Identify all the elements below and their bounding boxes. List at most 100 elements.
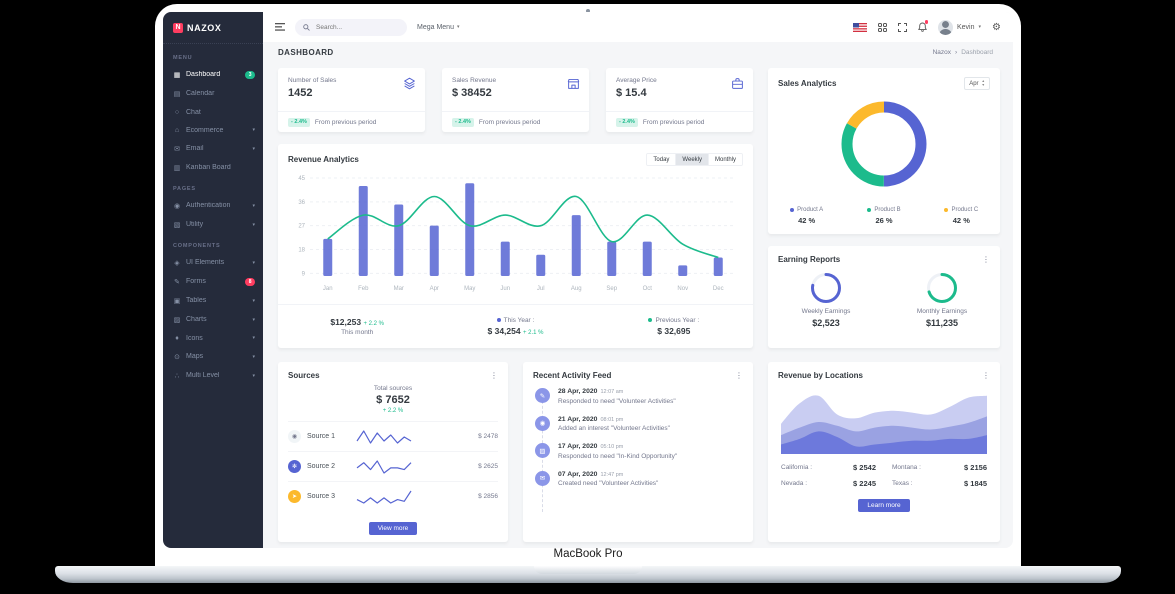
sidebar-item-utility[interactable]: ▧Utility▾ — [163, 215, 263, 234]
sales-analytics-donut — [830, 92, 938, 196]
svg-text:Jun: Jun — [500, 286, 510, 292]
range-button-today[interactable]: Today — [647, 154, 675, 165]
sidebar-badge: 3 — [245, 71, 255, 79]
breadcrumb-root[interactable]: Nazox — [933, 49, 951, 56]
total-value: $ 7652 — [278, 394, 508, 406]
more-menu-icon[interactable]: ⋮ — [735, 372, 743, 380]
brand-logo[interactable]: N NAZOX — [163, 12, 263, 44]
range-button-monthly[interactable]: Monthly — [708, 154, 742, 165]
activity-list: ✎28 Apr, 202012:07 amResponded to need "… — [523, 380, 753, 487]
legend-name: Product C — [951, 207, 978, 213]
sidebar-item-label: Tables — [186, 297, 247, 304]
sidebar-item-forms[interactable]: ✎Forms8 — [163, 272, 263, 291]
stat-note: From previous period — [315, 119, 376, 126]
activity-time: 05:10 pm — [600, 444, 623, 450]
device-label: MacBook Pro — [155, 548, 1021, 560]
activity-item: ✉07 Apr, 202012:47 pmCreated need "Volun… — [535, 471, 743, 488]
fullscreen-icon[interactable] — [898, 23, 907, 32]
view-more-button[interactable]: View more — [369, 522, 418, 535]
sidebar-item-icons[interactable]: ♦Icons▾ — [163, 329, 263, 347]
more-menu-icon[interactable]: ⋮ — [490, 372, 498, 380]
sidebar-item-ui-elements[interactable]: ◈UI Elements▾ — [163, 253, 263, 272]
this-year-label: This Year : — [504, 317, 535, 324]
sidebar-item-dashboard[interactable]: ▦Dashboard3 — [163, 65, 263, 84]
month-select[interactable]: Apr ▲▼ — [964, 77, 990, 90]
user-menu[interactable]: Kevin ▾ — [938, 20, 981, 35]
legend-item-product-a: Product A42 % — [768, 207, 845, 225]
sidebar-item-maps[interactable]: ⊙Maps▾ — [163, 347, 263, 366]
earning-value: $11,235 — [926, 318, 958, 328]
sidebar-section-title: COMPONENTS — [163, 234, 263, 253]
mega-menu-button[interactable]: Mega Menu ▾ — [417, 24, 459, 31]
brand-logo-icon: N — [173, 23, 183, 33]
activity-time: 08:01 pm — [600, 417, 623, 423]
revenue-summary: $12,253 + 2.2 % This month This Year : $… — [278, 304, 753, 348]
dashboard-app: N NAZOX MENU▦Dashboard3▤Calendar○Chat⌂Ec… — [163, 12, 1013, 548]
sidebar-item-charts[interactable]: ▨Charts▾ — [163, 310, 263, 329]
earning-reports-panel: Earning Reports ⋮ Weekly Earnings$2,523M… — [768, 246, 1000, 348]
chevron-down-icon: ▾ — [252, 317, 255, 323]
svg-text:Feb: Feb — [358, 286, 369, 292]
svg-text:27: 27 — [298, 224, 305, 230]
locations-stats: California :$ 2542Montana :$ 2156Nevada … — [768, 463, 1000, 488]
activity-date: 07 Apr, 202012:47 pm — [558, 471, 658, 478]
settings-gear-icon[interactable]: ⚙ — [992, 22, 1001, 33]
source-row-source-1[interactable]: ◉Source 1$ 2478 — [288, 421, 498, 451]
main-area: Mega Menu ▾ Kevin — [263, 12, 1013, 548]
sidebar-item-ecommerce[interactable]: ⌂Ecommerce▾ — [163, 121, 263, 139]
page-header: DASHBOARD Nazox › Dashboard — [278, 48, 993, 57]
sidebar-item-label: Maps — [186, 353, 247, 360]
locations-area-chart — [781, 388, 987, 454]
legend-label: Product A — [768, 207, 845, 213]
search-input[interactable] — [314, 23, 399, 32]
laptop-notch — [534, 566, 642, 574]
apps-grid-icon[interactable] — [878, 23, 887, 32]
sidebar-item-chat[interactable]: ○Chat — [163, 103, 263, 121]
location-stat-nevada-: Nevada :$ 2245 — [781, 479, 876, 488]
learn-more-button[interactable]: Learn more — [858, 499, 909, 512]
activity-text: Added an interest "Volunteer Activities" — [558, 425, 670, 432]
sidebar-item-email[interactable]: ✉Email▾ — [163, 139, 263, 158]
store-icon — [567, 77, 580, 90]
legend-name: Product B — [874, 207, 900, 213]
activity-time: 12:07 am — [600, 389, 623, 395]
delta-badge: - 2.4% — [616, 118, 638, 127]
activity-date: 28 Apr, 202012:07 am — [558, 388, 676, 395]
breadcrumb-current: Dashboard — [961, 49, 993, 56]
page-content: DASHBOARD Nazox › Dashboard Number of Sa… — [263, 42, 1013, 548]
source-row-source-2[interactable]: ✻Source 2$ 2625 — [288, 451, 498, 481]
sidebar-item-tables[interactable]: ▣Tables▾ — [163, 291, 263, 310]
notifications-bell-icon[interactable] — [918, 22, 927, 32]
menu-toggle-icon[interactable] — [275, 23, 285, 31]
range-button-weekly[interactable]: Weekly — [675, 154, 708, 165]
chevron-down-icon: ▾ — [252, 354, 255, 360]
stat-note: From previous period — [643, 119, 704, 126]
more-menu-icon[interactable]: ⋮ — [982, 256, 990, 264]
source-name: Source 1 — [307, 433, 349, 440]
legend-dot — [790, 208, 794, 212]
legend-name: Product A — [797, 207, 823, 213]
svg-text:Jul: Jul — [537, 286, 545, 292]
stat-note: From previous period — [479, 119, 540, 126]
sidebar-item-label: Authentication — [186, 202, 247, 209]
sidebar-item-multi-level[interactable]: ∴Multi Level▾ — [163, 366, 263, 385]
sidebar-item-calendar[interactable]: ▤Calendar — [163, 84, 263, 103]
sidebar-item-kanban-board[interactable]: ▥Kanban Board — [163, 158, 263, 177]
legend-dot — [867, 208, 871, 212]
source-amount: $ 2856 — [478, 493, 498, 500]
svg-text:Mar: Mar — [394, 286, 404, 292]
activity-body: 21 Apr, 202008:01 pm Added an interest "V… — [558, 416, 670, 433]
source-row-source-3[interactable]: ➤Source 3$ 2856 — [288, 481, 498, 511]
topbar-actions: Kevin ▾ ⚙ — [853, 20, 1001, 35]
breadcrumb-separator: › — [955, 49, 957, 56]
chevron-down-icon: ▾ — [252, 298, 255, 304]
chevron-down-icon: ▾ — [252, 260, 255, 266]
source-icon: ✻ — [288, 460, 301, 473]
location-value: $ 2245 — [853, 479, 876, 488]
sources-total: Total sources $ 7652 + 2.2 % — [278, 380, 508, 421]
activity-date: 21 Apr, 202008:01 pm — [558, 416, 670, 423]
more-menu-icon[interactable]: ⋮ — [982, 372, 990, 380]
location-stat-california-: California :$ 2542 — [781, 463, 876, 472]
language-flag-icon[interactable] — [853, 23, 867, 32]
sidebar-item-authentication[interactable]: ◉Authentication▾ — [163, 196, 263, 215]
